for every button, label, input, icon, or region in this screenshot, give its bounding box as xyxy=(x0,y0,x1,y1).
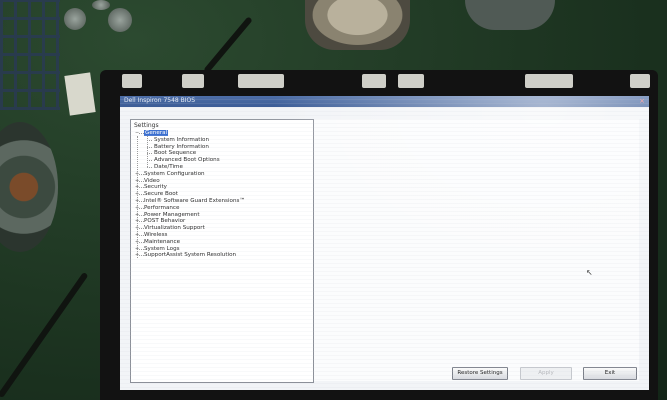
bios-screen: Dell Inspiron 7548 BIOS × Settings − Gene… xyxy=(120,96,649,390)
tree-connector xyxy=(147,167,152,168)
hinge xyxy=(630,74,650,88)
close-icon[interactable]: × xyxy=(639,97,645,105)
tree-connector xyxy=(137,136,138,259)
tree-item-label: System Configuration xyxy=(144,170,205,177)
tree-item-label: Date/Time xyxy=(154,164,183,170)
tree-item-label: Secure Boot xyxy=(144,191,178,198)
tree-item-label: System Information xyxy=(154,136,210,143)
screw-tray xyxy=(108,8,132,32)
screw-tray xyxy=(92,0,110,10)
settings-tree-panel: Settings − General System Information Batte… xyxy=(130,119,314,383)
screw-tray xyxy=(64,8,86,30)
tree-item-label: Performance xyxy=(144,204,180,211)
tree-item-label: Wireless xyxy=(144,232,168,238)
settings-content-panel: ↖ xyxy=(314,119,639,381)
wire-rack xyxy=(0,0,60,110)
tree-item-label: Advanced Boot Options xyxy=(154,157,220,164)
tree-item-label: Virtualization Support xyxy=(144,225,205,232)
tree-item-label: Power Management xyxy=(144,211,200,218)
tree-item-label: System Logs xyxy=(144,245,180,252)
exit-button[interactable]: Exit xyxy=(583,367,637,380)
tree-connector xyxy=(147,136,148,167)
tree-item-label: Maintenance xyxy=(144,238,181,245)
tree-item-label: Security xyxy=(144,184,167,191)
lamp-base xyxy=(305,0,410,50)
hinge xyxy=(122,74,142,88)
tree-item-label: Boot Sequence xyxy=(154,150,197,157)
mouse-cursor-icon: ↖ xyxy=(586,268,593,277)
tree-item-label: Battery Information xyxy=(154,143,209,150)
hinge xyxy=(362,74,386,88)
apply-button[interactable]: Apply xyxy=(520,367,572,380)
hinge xyxy=(238,74,284,88)
tree-item-label: SupportAssist System Resolution xyxy=(144,252,237,259)
window-title: Dell Inspiron 7548 BIOS xyxy=(124,97,196,104)
hinge xyxy=(525,74,573,88)
sticker xyxy=(64,72,96,116)
tree-item-label: POST Behavior xyxy=(144,218,186,225)
hinge xyxy=(398,74,424,88)
window-titlebar: Dell Inspiron 7548 BIOS × xyxy=(120,96,649,107)
tree-item-label: Video xyxy=(144,177,160,184)
settings-tree-header: Settings xyxy=(134,122,159,129)
restore-settings-button[interactable]: Restore Settings xyxy=(452,367,508,380)
hinge xyxy=(182,74,204,88)
tree-item-label: Intel® Software Guard Extensions™ xyxy=(144,198,245,204)
